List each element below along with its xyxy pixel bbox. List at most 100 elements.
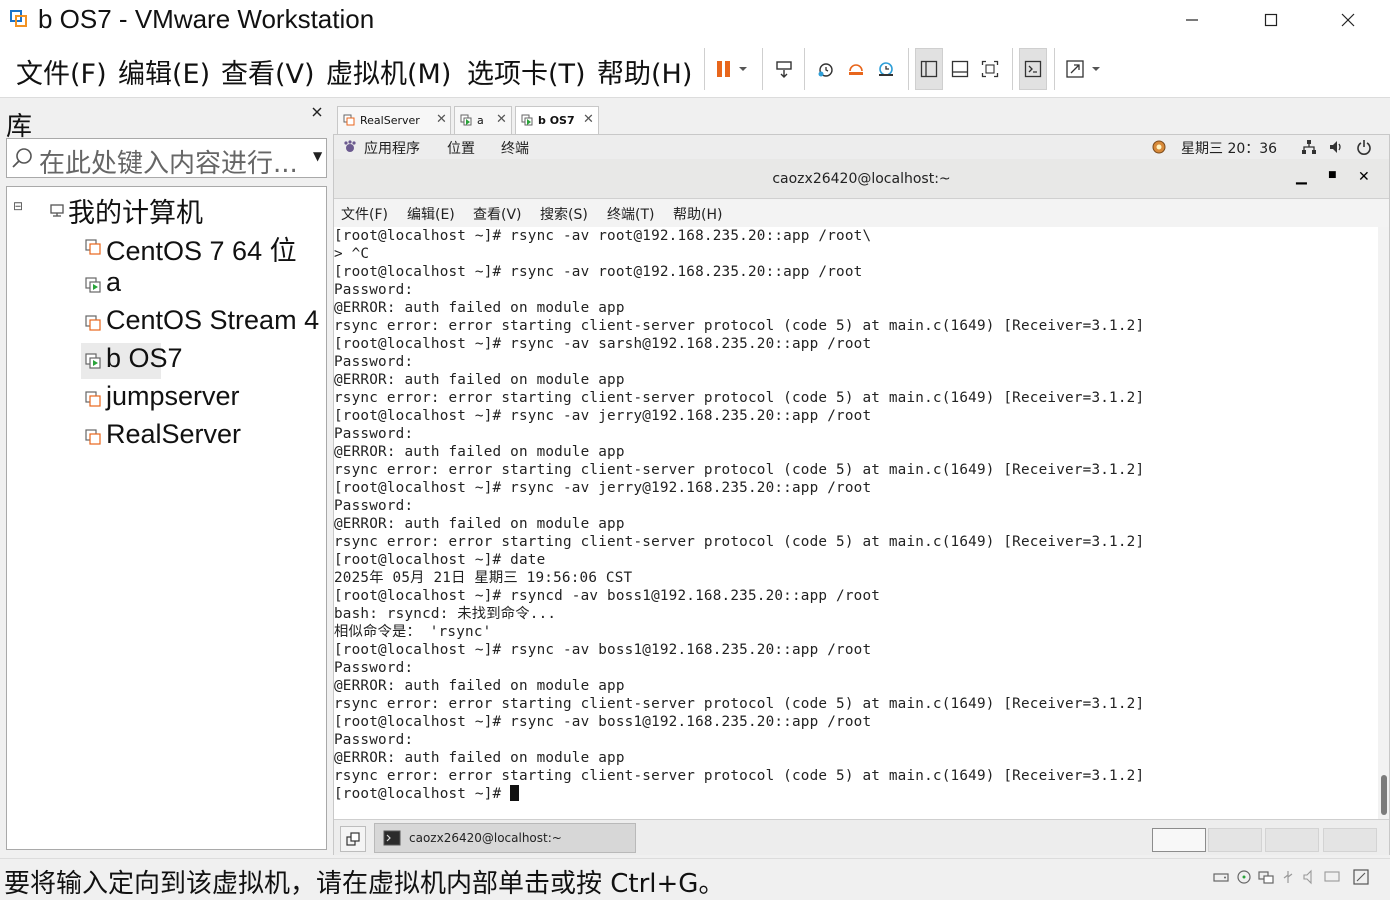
menu-help[interactable]: 帮助(H) xyxy=(597,52,692,91)
display-icon[interactable] xyxy=(1324,869,1340,885)
terminal-line: > ^C xyxy=(334,246,370,262)
toolbar-separator xyxy=(1012,48,1013,90)
stretch-button[interactable] xyxy=(1062,48,1106,90)
close-button[interactable] xyxy=(1318,0,1378,40)
tab-label: b OS7 xyxy=(538,114,575,127)
show-desktop-button[interactable] xyxy=(340,826,366,852)
guest-display[interactable]: 应用程序 位置 终端 星期三 20：36 caozx26420@localhos… xyxy=(333,134,1390,855)
weather-icon[interactable] xyxy=(1151,139,1167,155)
toolbar-separator xyxy=(762,48,763,90)
thumbnail-view-button[interactable] xyxy=(946,48,974,90)
terminal-menu-terminal[interactable]: 终端(T) xyxy=(607,204,654,224)
terminal-line: [root@localhost ~]# rsync -av jerry@192.… xyxy=(334,480,872,496)
console-view-icon xyxy=(1024,60,1042,78)
places-menu[interactable]: 位置 xyxy=(447,138,475,158)
window-title: b OS7 - VMware Workstation xyxy=(38,4,375,34)
terminal-line: Password: xyxy=(334,732,414,748)
tab-a[interactable]: a ✕ xyxy=(454,106,512,134)
status-message: 要将输入定向到该虚拟机，请在虚拟机内部单击或按 Ctrl+G。 xyxy=(4,869,725,899)
console-view-button[interactable] xyxy=(1019,48,1047,90)
statusbar: 要将输入定向到该虚拟机，请在虚拟机内部单击或按 Ctrl+G。 xyxy=(0,858,1390,899)
tab-b-os7[interactable]: b OS7 ✕ xyxy=(515,106,599,134)
snapshot-take-button[interactable] xyxy=(812,48,840,90)
taskbar-window-label: caozx26420@localhost:~ xyxy=(409,831,562,845)
cdrom-icon[interactable] xyxy=(1236,869,1252,885)
terminal-menu-search[interactable]: 搜索(S) xyxy=(540,204,588,224)
terminal-menu-edit[interactable]: 编辑(E) xyxy=(407,204,455,224)
terminal-minimize-icon[interactable]: ▁ xyxy=(1296,169,1307,185)
maximize-button[interactable] xyxy=(1241,0,1301,40)
toolbar-separator xyxy=(804,48,805,90)
terminal-line: Password: xyxy=(334,660,414,676)
tree-item-label: CentOS 7 64 位 xyxy=(106,236,297,266)
terminal-menu-file[interactable]: 文件(F) xyxy=(341,204,388,224)
snapshot-revert-button[interactable] xyxy=(842,48,870,90)
terminal-maximize-icon[interactable]: ■ xyxy=(1328,170,1337,180)
minimize-button[interactable] xyxy=(1162,0,1222,40)
vm-running-icon xyxy=(85,353,101,369)
taskbar-window-button[interactable]: caozx26420@localhost:~ xyxy=(374,823,636,853)
applications-menu[interactable]: 应用程序 xyxy=(364,138,420,158)
network-adapter-icon[interactable] xyxy=(1258,869,1274,885)
terminal-line: [root@localhost ~]# date xyxy=(334,552,546,568)
tree-item-vm-selected[interactable]: b OS7 xyxy=(81,343,183,379)
toolbar-separator xyxy=(908,48,909,90)
library-search-placeholder: 在此处键入内容进行... xyxy=(39,149,298,179)
send-ctrl-alt-del-button[interactable] xyxy=(770,48,798,90)
menu-view[interactable]: 查看(V) xyxy=(221,52,315,91)
menu-vm[interactable]: 虚拟机(M) xyxy=(326,52,451,91)
library-close-button[interactable] xyxy=(312,102,322,121)
library-view-button[interactable] xyxy=(915,48,943,90)
pause-icon xyxy=(717,61,747,77)
toolbar-separator xyxy=(1054,48,1055,90)
search-icon xyxy=(12,148,32,168)
message-icon[interactable] xyxy=(1353,869,1369,885)
terminal-menu-help[interactable]: 帮助(H) xyxy=(673,204,722,224)
pause-button[interactable] xyxy=(712,48,754,90)
snapshot-manager-icon xyxy=(879,62,893,76)
vm-icon xyxy=(85,429,101,445)
tab-close-icon[interactable]: ✕ xyxy=(583,112,594,127)
workspace-3[interactable] xyxy=(1265,828,1319,852)
power-icon[interactable] xyxy=(1356,139,1372,155)
network-icon[interactable] xyxy=(1301,139,1317,155)
tab-close-icon[interactable]: ✕ xyxy=(496,112,507,127)
workspace-2[interactable] xyxy=(1208,828,1262,852)
collapse-icon[interactable]: ⊟ xyxy=(13,199,23,213)
terminal-line: rsync error: error starting client-serve… xyxy=(334,318,1145,334)
close-icon xyxy=(312,107,322,117)
tab-label: a xyxy=(477,114,484,127)
usb-icon[interactable] xyxy=(1280,869,1296,885)
terminal-menu[interactable]: 终端 xyxy=(501,138,529,158)
gnome-top-panel: 应用程序 位置 终端 星期三 20：36 xyxy=(334,135,1389,159)
gnome-bottom-panel: caozx26420@localhost:~ xyxy=(334,819,1389,855)
tree-root-my-computer[interactable]: ⊟ 我的计算机 xyxy=(7,191,325,228)
tab-close-icon[interactable]: ✕ xyxy=(436,112,447,127)
snapshot-manager-button[interactable] xyxy=(872,48,900,90)
sound-icon[interactable] xyxy=(1302,869,1318,885)
terminal-close-icon[interactable]: ✕ xyxy=(1358,169,1370,185)
terminal-scrollbar[interactable] xyxy=(1378,227,1389,819)
workspace-1[interactable] xyxy=(1152,828,1206,852)
chevron-down-icon[interactable]: ▼ xyxy=(313,149,322,163)
tab-realserver[interactable]: RealServer ✕ xyxy=(337,106,451,134)
terminal-menu-view[interactable]: 查看(V) xyxy=(473,204,522,224)
workspace-4[interactable] xyxy=(1323,828,1377,852)
menu-file[interactable]: 文件(F) xyxy=(16,52,107,91)
fullscreen-button[interactable] xyxy=(976,48,1004,90)
terminal-line: 2025年 05月 21日 星期三 19:56:06 CST xyxy=(334,570,633,586)
library-search-input[interactable]: 在此处键入内容进行... ▼ xyxy=(6,138,327,179)
terminal-line: 相似命令是： 'rsync' xyxy=(334,624,492,640)
menu-tabs[interactable]: 选项卡(T) xyxy=(467,52,586,91)
terminal-output[interactable]: [root@localhost ~]# rsync -av root@192.1… xyxy=(334,227,1378,819)
thumbnail-view-icon xyxy=(951,60,969,78)
terminal-scrollbar-thumb[interactable] xyxy=(1381,775,1387,815)
clock[interactable]: 星期三 20：36 xyxy=(1181,138,1277,158)
hdd-icon[interactable] xyxy=(1213,869,1229,885)
menu-edit[interactable]: 编辑(E) xyxy=(118,52,210,91)
vm-running-icon xyxy=(85,277,101,293)
send-ctrl-alt-del-icon xyxy=(776,61,792,78)
vm-icon xyxy=(85,315,101,331)
window-titlebar: b OS7 - VMware Workstation xyxy=(0,0,1390,40)
volume-icon[interactable] xyxy=(1328,139,1344,155)
